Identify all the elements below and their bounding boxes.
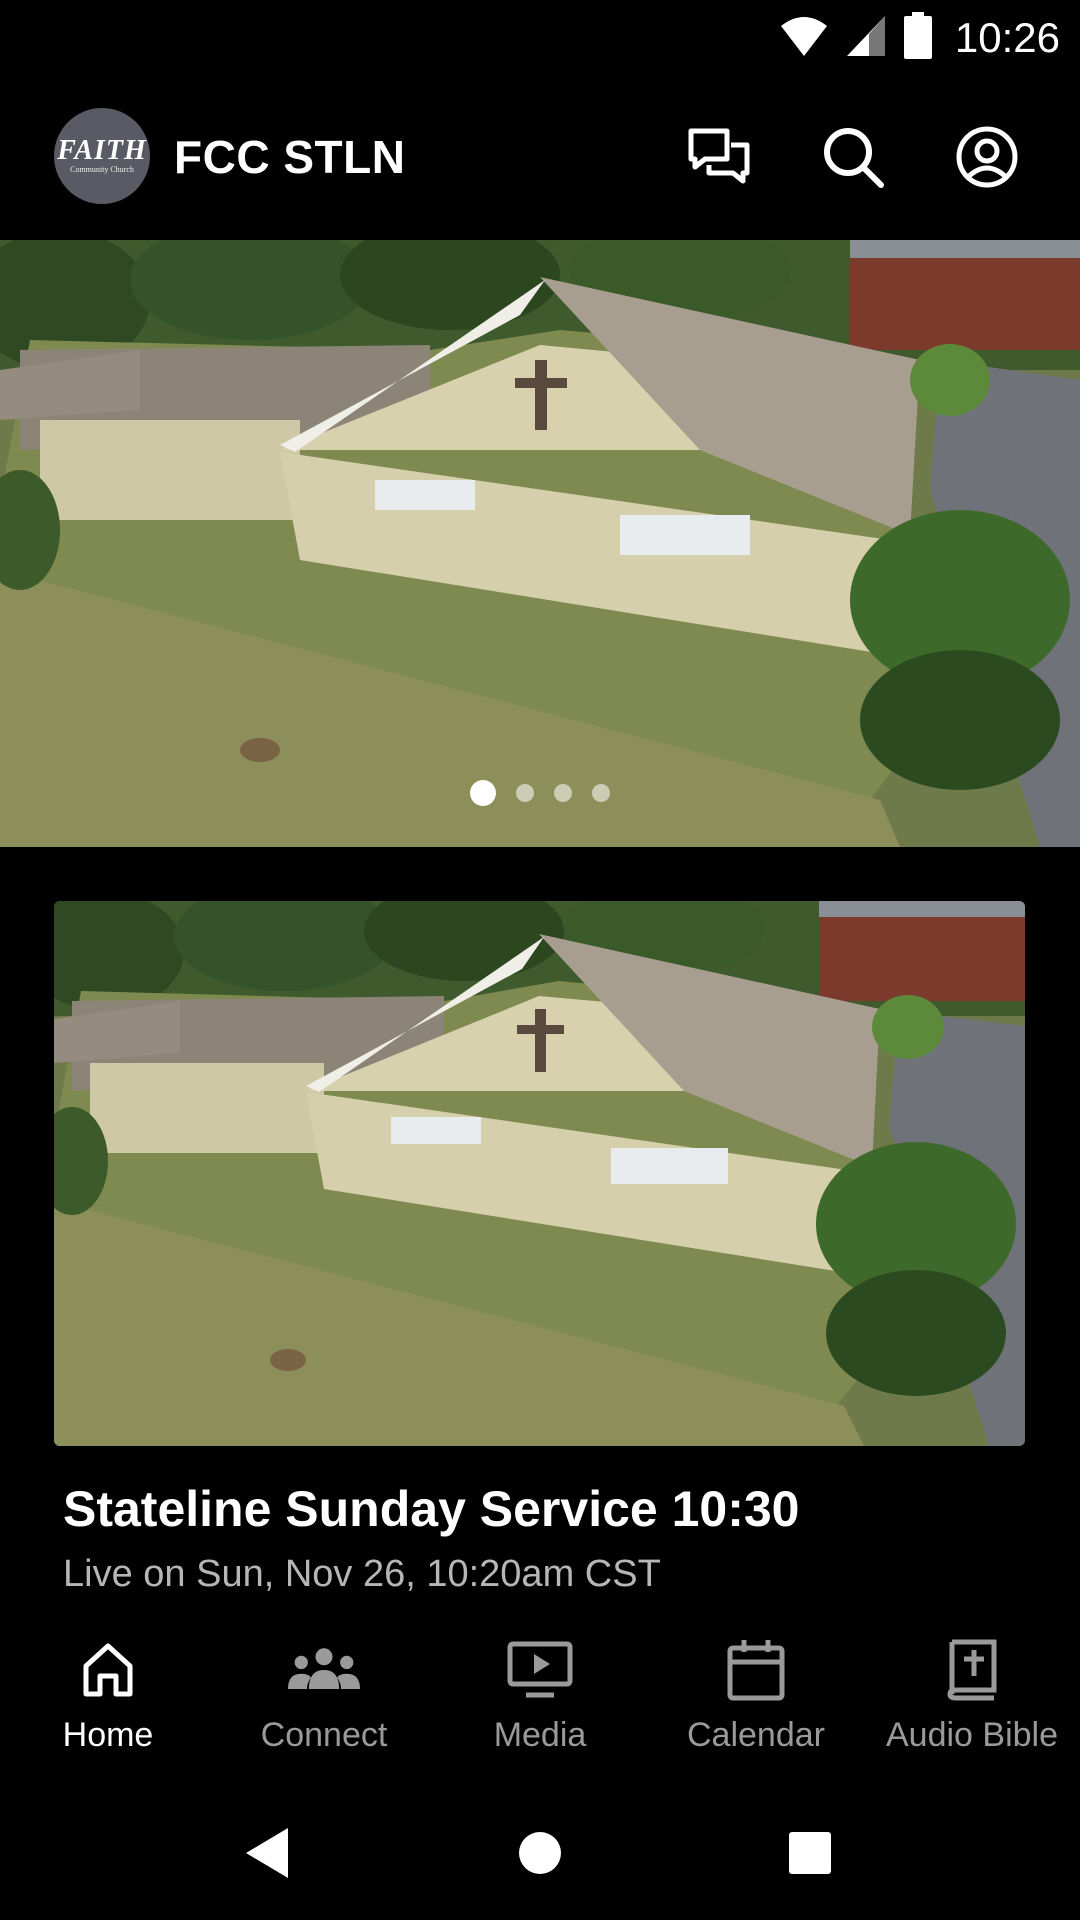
nav-label-home: Home — [62, 1716, 154, 1754]
cell-signal-icon — [845, 14, 887, 63]
bible-icon — [936, 1634, 1008, 1706]
service-title[interactable]: Stateline Sunday Service 10:30 — [63, 1480, 799, 1538]
wifi-icon — [779, 14, 829, 63]
nav-item-media[interactable]: Media — [432, 1620, 648, 1770]
nav-label-connect: Connect — [260, 1716, 388, 1754]
nav-item-calendar[interactable]: Calendar — [648, 1620, 864, 1770]
home-icon — [72, 1634, 144, 1706]
group-icon — [288, 1634, 360, 1706]
carousel-dot[interactable] — [592, 784, 610, 802]
chat-icon[interactable] — [686, 124, 752, 190]
home-button-icon[interactable] — [505, 1818, 575, 1888]
app-bar-actions — [686, 124, 1020, 190]
hero-carousel-image[interactable] — [0, 240, 1080, 847]
system-navigation-bar — [0, 1790, 1080, 1920]
nav-label-audio-bible: Audio Bible — [885, 1716, 1058, 1754]
nav-item-audio-bible[interactable]: Audio Bible — [864, 1620, 1080, 1770]
calendar-icon — [720, 1634, 792, 1706]
logo-text-sub: Community Church — [70, 165, 134, 174]
logo-text-main: FAITH — [57, 135, 147, 166]
nav-item-connect[interactable]: Connect — [216, 1620, 432, 1770]
tv-play-icon — [504, 1634, 576, 1706]
status-icons: 10:26 — [779, 10, 1060, 66]
app-title: FCC STLN — [174, 131, 406, 183]
nav-label-calendar: Calendar — [687, 1716, 825, 1754]
bottom-navigation: Home Connect Media Calendar Audio Bible — [0, 1620, 1080, 1770]
status-time: 10:26 — [954, 14, 1060, 61]
app-bar: FAITH Community Church FCC STLN — [0, 80, 1080, 234]
carousel-dot[interactable] — [516, 784, 534, 802]
carousel-dot[interactable] — [470, 780, 496, 806]
battery-icon — [903, 11, 933, 65]
status-bar: 10:26 — [0, 0, 1080, 76]
account-icon[interactable] — [954, 124, 1020, 190]
recents-icon[interactable] — [775, 1818, 845, 1888]
nav-label-media: Media — [493, 1716, 587, 1754]
carousel-dot[interactable] — [554, 784, 572, 802]
church-logo[interactable]: FAITH Community Church — [54, 108, 150, 204]
carousel-dots — [0, 780, 1080, 806]
back-icon[interactable] — [232, 1818, 302, 1888]
service-subtitle: Live on Sun, Nov 26, 10:20am CST — [63, 1553, 661, 1595]
featured-service-image[interactable] — [54, 901, 1025, 1446]
nav-item-home[interactable]: Home — [0, 1620, 216, 1770]
search-icon[interactable] — [820, 124, 886, 190]
